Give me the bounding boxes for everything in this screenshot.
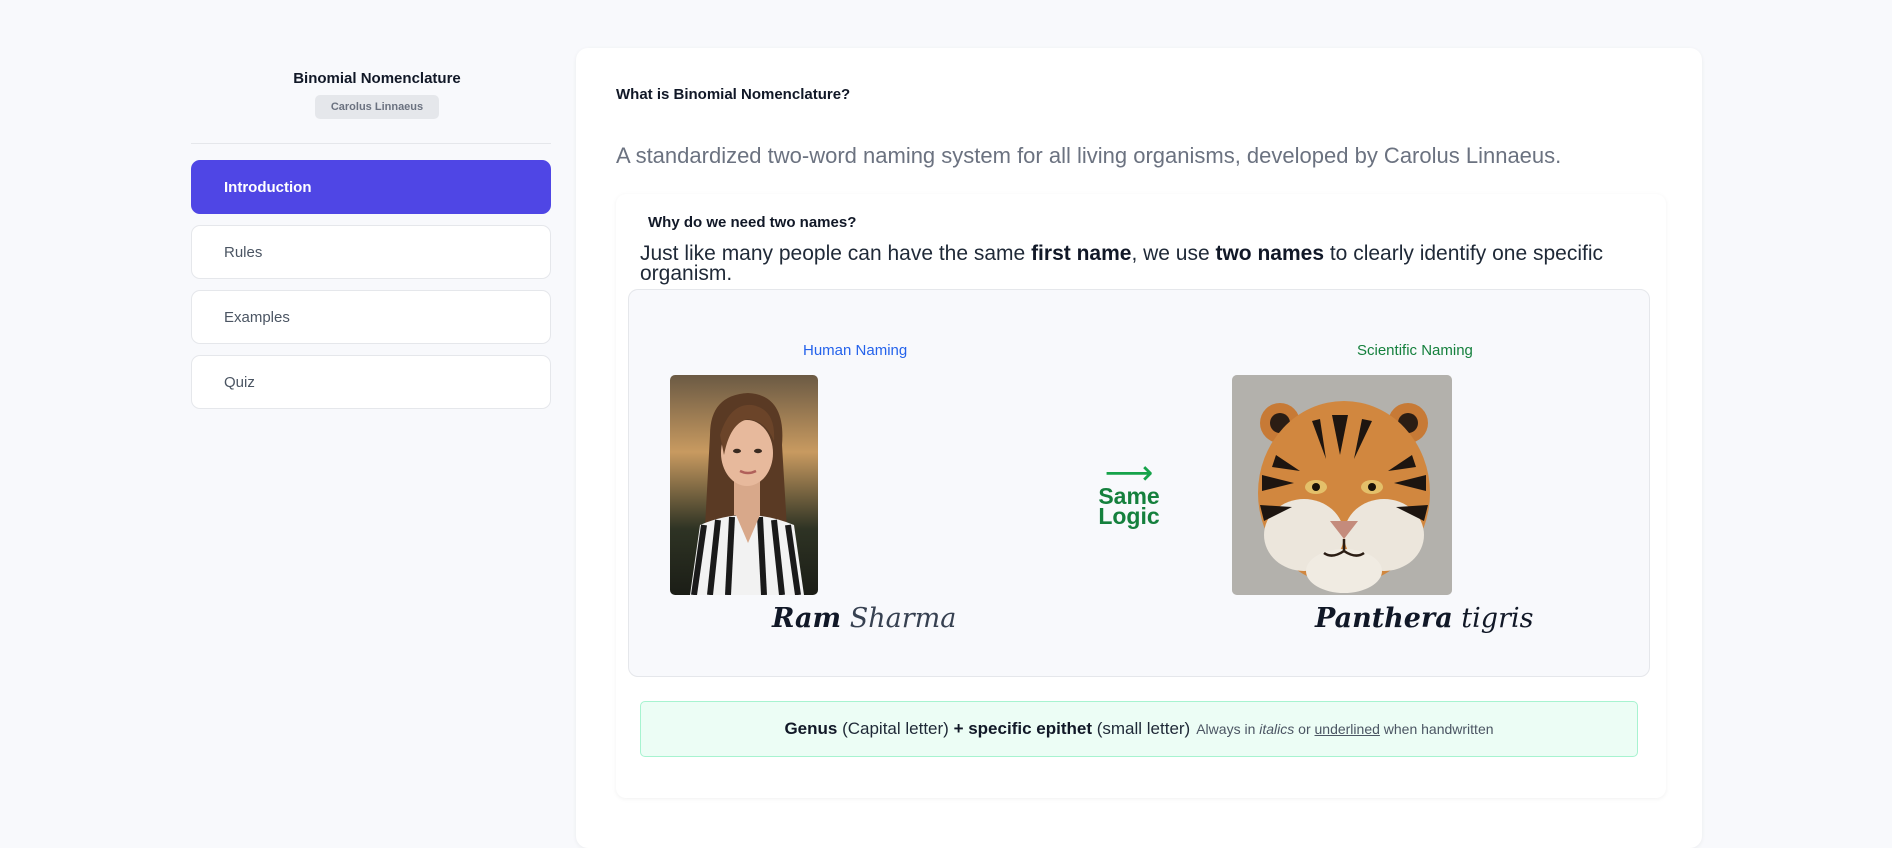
sidebar-divider bbox=[191, 143, 551, 144]
rule-genus-note: (Capital letter) bbox=[837, 719, 954, 738]
species-name: tigris bbox=[1461, 603, 1534, 634]
tiger-image bbox=[1232, 375, 1452, 595]
sidebar: Binomial Nomenclature Carolus Linnaeus I… bbox=[191, 60, 551, 420]
sidebar-nav: Introduction Rules Examples Quiz bbox=[191, 160, 551, 409]
why-heading: Why do we need two names? bbox=[648, 214, 857, 231]
rule-plus: + bbox=[953, 719, 964, 738]
tiger-drawing bbox=[1232, 375, 1452, 595]
rule-italics: italics bbox=[1259, 721, 1295, 737]
why-text: Just like many people can have the same … bbox=[640, 242, 1630, 284]
rule-small-part: or bbox=[1294, 721, 1315, 737]
rule-small-part: when handwritten bbox=[1379, 721, 1494, 737]
naming-rule-box: Genus (Capital letter) + specific epithe… bbox=[640, 701, 1638, 757]
rule-small-part: Always in bbox=[1196, 721, 1260, 737]
rule-epithet-note: (small letter) bbox=[1091, 719, 1191, 738]
human-first-name: Ram bbox=[772, 603, 842, 634]
arrow-text-line-2: Logic bbox=[1098, 503, 1160, 529]
rule-handwriting-note: Always in italics or underlined when han… bbox=[1196, 721, 1493, 737]
sidebar-item-introduction[interactable]: Introduction bbox=[191, 160, 551, 214]
sidebar-item-quiz[interactable]: Quiz bbox=[191, 355, 551, 409]
human-naming-label: Human Naming bbox=[803, 342, 908, 359]
scientific-naming-label: Scientific Naming bbox=[1357, 342, 1473, 359]
human-portrait-drawing bbox=[670, 375, 818, 595]
why-text-bold: two names bbox=[1215, 242, 1325, 265]
author-badge: Carolus Linnaeus bbox=[314, 95, 440, 119]
genus-name: Panthera bbox=[1315, 603, 1453, 634]
human-name: Ram Sharma bbox=[772, 603, 956, 634]
comparison-panel: Human Naming Scientific Naming ⟶ Same Lo… bbox=[628, 289, 1650, 677]
rule-genus: Genus bbox=[784, 719, 838, 738]
why-text-bold: first name bbox=[1031, 242, 1132, 265]
rule-epithet: specific epithet bbox=[963, 719, 1092, 738]
section-title: What is Binomial Nomenclature? bbox=[616, 86, 851, 103]
sidebar-item-examples[interactable]: Examples bbox=[191, 290, 551, 344]
main-card: What is Binomial Nomenclature? A standar… bbox=[576, 48, 1702, 848]
brand-title: Binomial Nomenclature bbox=[293, 70, 461, 87]
human-portrait-image bbox=[670, 375, 818, 595]
brand: Binomial Nomenclature Carolus Linnaeus bbox=[191, 70, 551, 119]
human-last-name: Sharma bbox=[849, 603, 957, 634]
same-logic-arrow: ⟶ Same Logic bbox=[1089, 456, 1169, 529]
lead-text: A standardized two-word naming system fo… bbox=[616, 143, 1562, 168]
why-text-part: , we use bbox=[1131, 242, 1216, 265]
sidebar-item-rules[interactable]: Rules bbox=[191, 225, 551, 279]
rule-underlined: underlined bbox=[1314, 721, 1380, 737]
why-two-names-card: Why do we need two names? Just like many… bbox=[616, 194, 1666, 798]
scientific-name: Panthera tigris bbox=[1315, 603, 1533, 634]
